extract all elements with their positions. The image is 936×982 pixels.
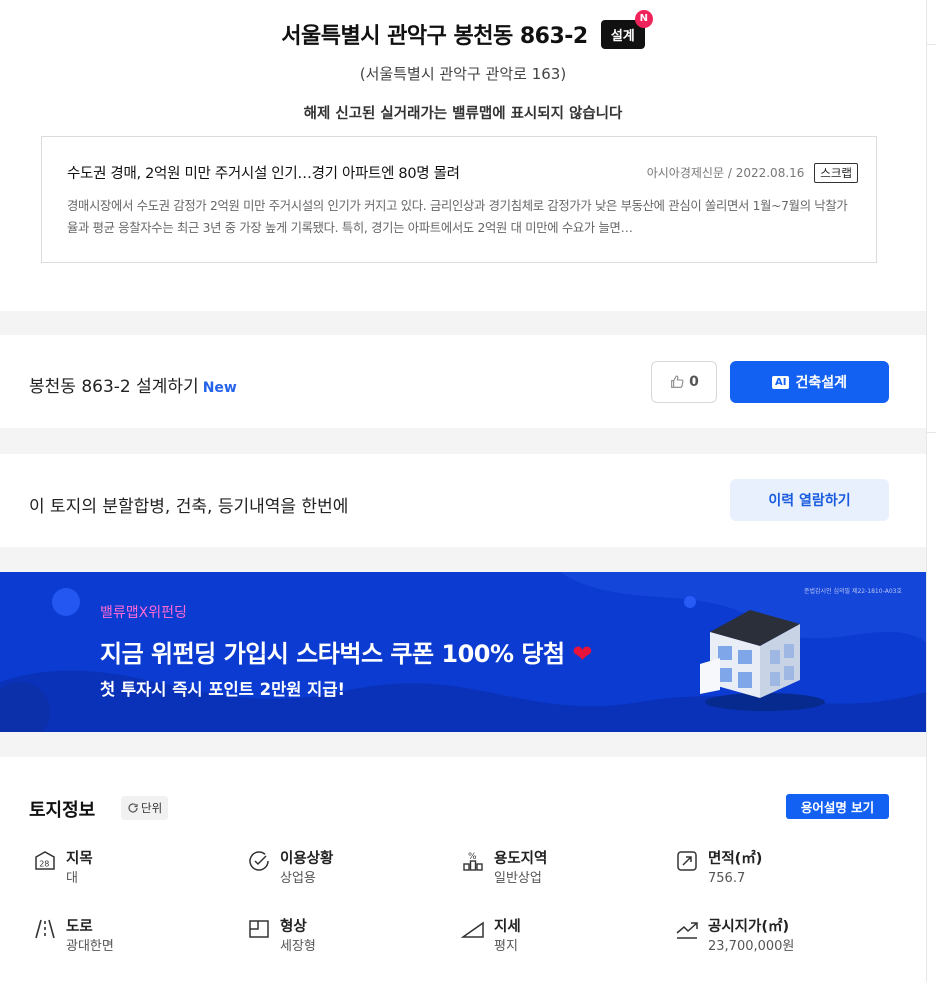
design-badge[interactable]: 설계 N [600,9,653,49]
design-label-text: 봉천동 863-2 설계하기 [29,377,199,397]
info-area: 면적(㎡) 756.7 [670,849,762,889]
heart-icon: ❤ [572,640,593,668]
info-value: 평지 [494,939,518,954]
land-info-title: 토지정보 [29,800,96,821]
info-value: 상업용 [280,871,316,886]
news-separator: / [727,166,732,180]
unit-label: 단위 [141,801,163,815]
banner-brand: 밸류맵X위펀딩 [100,605,187,621]
news-date: 2022.08.16 [735,166,805,180]
promo-banner[interactable]: 준법감시인 심의필 제22-1810-A03호 밸류맵X위펀딩 지금 위펀딩 가… [0,572,926,732]
trend-up-icon [670,917,704,951]
refresh-icon [128,803,138,813]
view-history-button[interactable]: 이력 열람하기 [730,479,889,521]
glossary-button[interactable]: 용어설명 보기 [786,794,889,819]
news-body: 경매시장에서 수도권 감정가 2억원 미만 주거시설의 인기가 커지고 있다. … [67,199,848,235]
divider [927,432,936,433]
road-icon [28,917,62,951]
design-section: 봉천동 863-2 설계하기 New 0 AI 건축설계 [0,335,926,428]
info-value: 세장형 [280,939,316,954]
banner-subline: 첫 투자시 즉시 포인트 2만원 지급! [100,680,346,699]
info-label: 형상 [280,919,307,935]
info-value: 23,700,000원 [708,939,795,954]
design-badge-label: 설계 [610,28,635,44]
info-label: 지목 [66,851,93,867]
info-label: 이용상황 [280,851,334,867]
info-label: 도로 [66,919,93,935]
terrain-icon [456,917,490,951]
info-zoning: % 용도지역 일반상업 [456,849,547,889]
info-value: 756.7 [708,871,746,886]
info-value: 일반상업 [494,871,542,886]
info-value: 광대한면 [66,939,114,954]
transaction-notice: 해제 신고된 실거래가는 밸류맵에 표시되지 않습니다 [303,106,623,122]
page-title: 서울특별시 관악구 봉천동 863-2 [281,24,588,49]
info-label: 공시지가(㎡) [708,919,790,935]
shape-icon [242,917,276,951]
info-shape: 형상 세장형 [242,917,316,957]
like-count: 0 [689,374,699,390]
scrap-button[interactable]: 스크랩 [814,163,858,183]
history-section: 이 토지의 분할합병, 건축, 등기내역을 한번에 이력 열람하기 [0,454,926,547]
title-row: 서울특별시 관악구 봉천동 863-2 설계 N [0,9,926,50]
banner-headline-text: 지금 위펀딩 가입시 스타벅스 쿠폰 100% 당첨 [100,640,565,668]
ai-chip: AI [772,375,790,389]
history-label: 이 토지의 분할합병, 건축, 등기내역을 한번에 [29,497,349,517]
news-meta: 아시아경제신문 / 2022.08.16 스크랩 [647,163,858,183]
land-info-section: 토지정보 단위 용어설명 보기 28 지목 대 이용상황 상업용 % 용도지역 … [0,757,926,982]
zoning-icon: % [456,849,490,883]
parcel-header-section: 서울특별시 관악구 봉천동 863-2 설계 N (서울특별시 관악구 관악로 … [0,0,926,311]
info-road: 도로 광대한면 [28,917,114,957]
design-label: 봉천동 863-2 설계하기 New [29,372,237,397]
unit-toggle-button[interactable]: 단위 [121,796,169,820]
building-illustration [700,610,825,711]
info-land-use: 이용상황 상업용 [242,849,333,889]
banner-headline: 지금 위펀딩 가입시 스타벅스 쿠폰 100% 당첨 ❤ [100,634,593,669]
right-panel-edge [926,0,936,982]
ai-design-label: 건축설계 [795,375,847,391]
area-icon [670,849,704,883]
info-terrain: 지세 평지 [456,917,521,957]
news-source: 아시아경제신문 [646,166,724,180]
new-badge: N [634,9,653,28]
info-official-price: 공시지가(㎡) 23,700,000원 [670,917,794,957]
thumbs-up-icon [671,375,684,388]
news-title[interactable]: 수도권 경매, 2억원 미만 주거시설 인기…경기 아파트엔 80명 몰려 [67,162,460,183]
info-label: 용도지역 [494,851,548,867]
check-circle-icon [242,849,276,883]
like-button[interactable]: 0 [651,361,717,403]
news-card[interactable]: 수도권 경매, 2억원 미만 주거시설 인기…경기 아파트엔 80명 몰려 아시… [41,136,877,263]
info-label: 지세 [494,919,521,935]
road-address: (서울특별시 관악구 관악로 163) [359,65,567,83]
new-tag: New [202,380,237,396]
land-category-icon: 28 [28,849,62,883]
svg-text:28: 28 [39,860,49,869]
info-value: 대 [66,871,78,886]
divider [927,44,936,45]
ai-design-button[interactable]: AI 건축설계 [730,361,889,403]
info-land-category: 28 지목 대 [28,849,93,889]
info-label: 면적(㎡) [708,851,763,867]
